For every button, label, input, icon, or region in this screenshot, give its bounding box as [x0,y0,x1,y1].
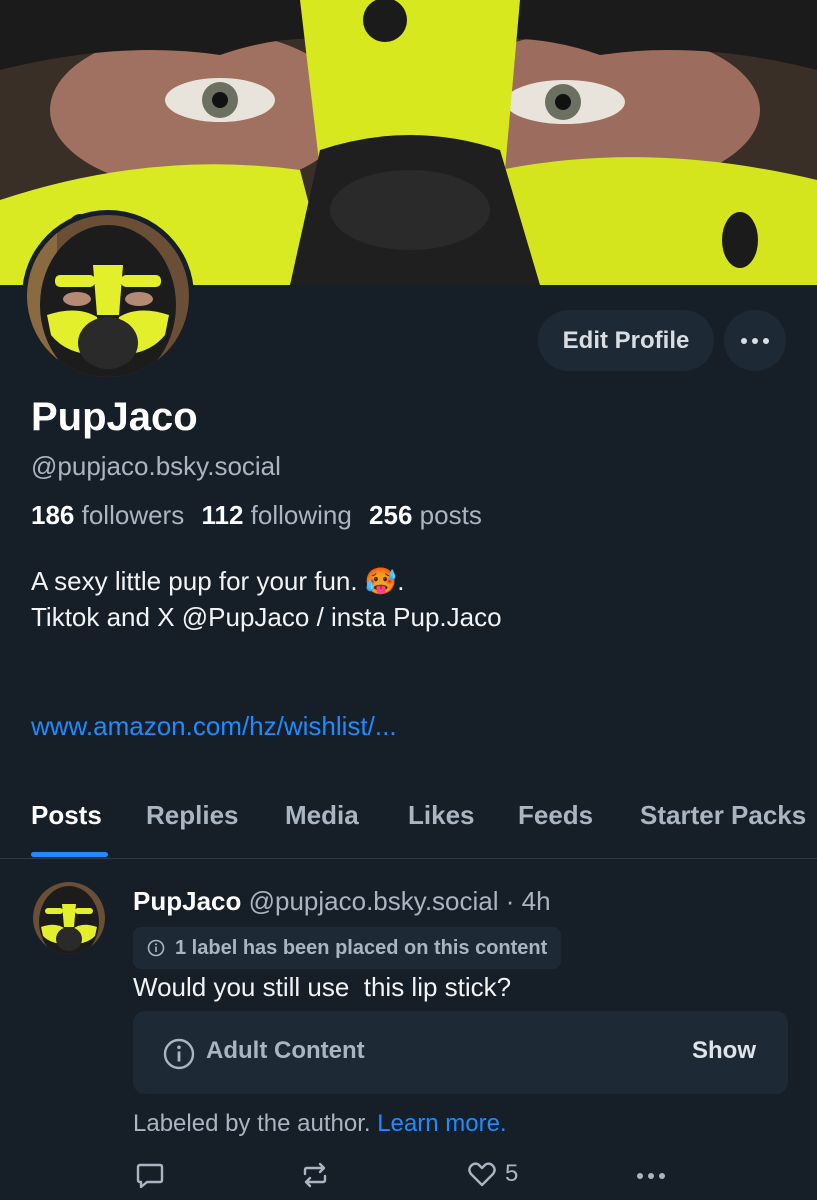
profile-handle: @pupjaco.bsky.social [31,451,281,481]
post-author-avatar[interactable] [33,882,105,958]
post-actions: 5 [0,1158,817,1198]
post-author-name[interactable]: PupJaco [133,886,241,916]
tab-likes[interactable]: Likes [408,800,475,831]
repost-button[interactable] [300,1160,330,1190]
post-more-icon [637,1173,665,1179]
learn-more-link[interactable]: Learn more. [377,1110,506,1137]
labeled-by-text: Labeled by the author. [133,1110,371,1137]
profile-tabs: Posts Replies Media Likes Feeds Starter … [0,790,817,859]
reply-button[interactable] [135,1160,165,1190]
warning-label: Adult Content [206,1037,365,1064]
label-notice-text: 1 label has been placed on this content [175,936,548,959]
show-button[interactable]: Show [692,1037,756,1065]
repost-icon [303,1162,327,1188]
tab-posts[interactable]: Posts [31,800,102,831]
posts-stat: 256 posts [369,500,482,530]
post-time[interactable]: · 4h [506,886,551,916]
tab-feeds[interactable]: Feeds [518,800,593,831]
wishlist-link[interactable]: www.amazon.com/hz/wishlist/... [31,711,397,742]
followers-label: followers [81,500,185,530]
bio-line-2: Tiktok and X @PupJaco / insta Pup.Jaco [31,602,502,632]
posts-count: 256 [369,500,413,530]
info-icon [163,1038,195,1070]
tab-replies[interactable]: Replies [146,800,239,831]
post-author-handle[interactable]: @pupjaco.bsky.social [249,886,499,916]
content-label-notice[interactable]: 1 label has been placed on this content [133,927,562,969]
post-header: PupJaco @pupjaco.bsky.social · 4h [133,886,551,917]
bio-line-1: A sexy little pup for your fun. 🥵. [31,566,405,596]
avatar-image [27,215,189,377]
followers-link[interactable]: 186 followers [31,500,184,530]
content-warning[interactable]: Adult Content Show [133,1011,788,1094]
labeled-by-note: Labeled by the author. Learn more. [133,1110,507,1138]
tab-starter-packs[interactable]: Starter Packs [640,800,806,831]
profile-avatar[interactable] [22,210,194,382]
following-link[interactable]: 112 following [201,500,351,530]
posts-label: posts [419,500,482,530]
following-count: 112 [201,500,244,530]
profile-bio: A sexy little pup for your fun. 🥵. Tikto… [31,563,502,635]
active-tab-indicator [31,852,108,857]
post-avatar-image [33,882,105,954]
profile-stats: 186 followers 112 following 256 posts [31,500,482,531]
post-more-button[interactable] [636,1172,666,1180]
followers-count: 186 [31,500,75,530]
edit-profile-button[interactable]: Edit Profile [538,310,714,371]
reply-icon [136,1163,164,1189]
like-icon [468,1162,496,1187]
display-name: PupJaco [31,395,198,439]
like-count: 5 [505,1160,519,1187]
info-icon [147,939,165,957]
post-text: Would you still use this lip stick? [133,972,512,1002]
more-options-button[interactable] [724,310,786,371]
tab-media[interactable]: Media [285,800,359,831]
like-button[interactable]: 5 [467,1160,518,1188]
more-icon [741,337,769,344]
following-label: following [250,500,352,530]
